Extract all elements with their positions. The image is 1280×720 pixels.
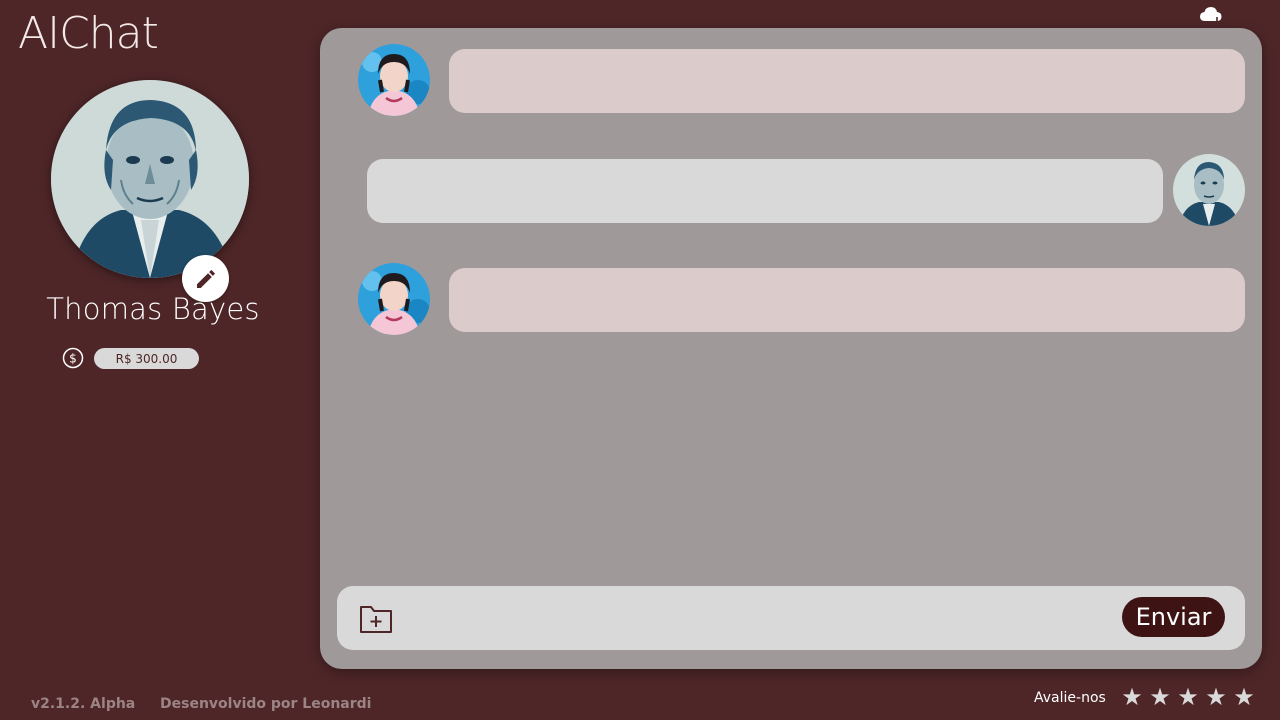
balance-badge: R$ 300.00 [94, 348, 199, 369]
cloud-download-icon[interactable] [1199, 5, 1225, 27]
pencil-icon [196, 269, 215, 288]
rating-stars: ★ ★ ★ ★ ★ [1120, 684, 1256, 712]
star-icon[interactable]: ★ [1120, 684, 1144, 712]
version-label: v2.1.2. Alpha [31, 696, 136, 712]
dollar-circle-icon: $ [62, 347, 84, 369]
svg-text:$: $ [69, 352, 77, 366]
star-icon[interactable]: ★ [1176, 684, 1200, 712]
app-logo: AIChat [18, 8, 159, 59]
star-icon[interactable]: ★ [1148, 684, 1172, 712]
star-icon[interactable]: ★ [1204, 684, 1228, 712]
developer-credit: Desenvolvido por Leonardi [160, 696, 372, 712]
rate-us-label: Avalie-nos [1034, 690, 1106, 706]
attach-file-button[interactable] [357, 601, 395, 637]
profile-name: Thomas Bayes [46, 292, 260, 326]
user-message-bubble [367, 159, 1163, 223]
chat-panel: Enviar [320, 28, 1262, 669]
message-input-bar: Enviar [337, 586, 1245, 650]
profile-avatar [51, 80, 249, 278]
bot-avatar [358, 44, 430, 116]
user-avatar [1173, 154, 1245, 226]
bot-avatar [358, 263, 430, 335]
folder-plus-icon [360, 606, 392, 633]
send-button[interactable]: Enviar [1122, 597, 1225, 637]
star-icon[interactable]: ★ [1232, 684, 1256, 712]
bot-message-bubble [449, 49, 1245, 113]
message-input[interactable] [409, 596, 1109, 640]
bot-message-bubble [449, 268, 1245, 332]
